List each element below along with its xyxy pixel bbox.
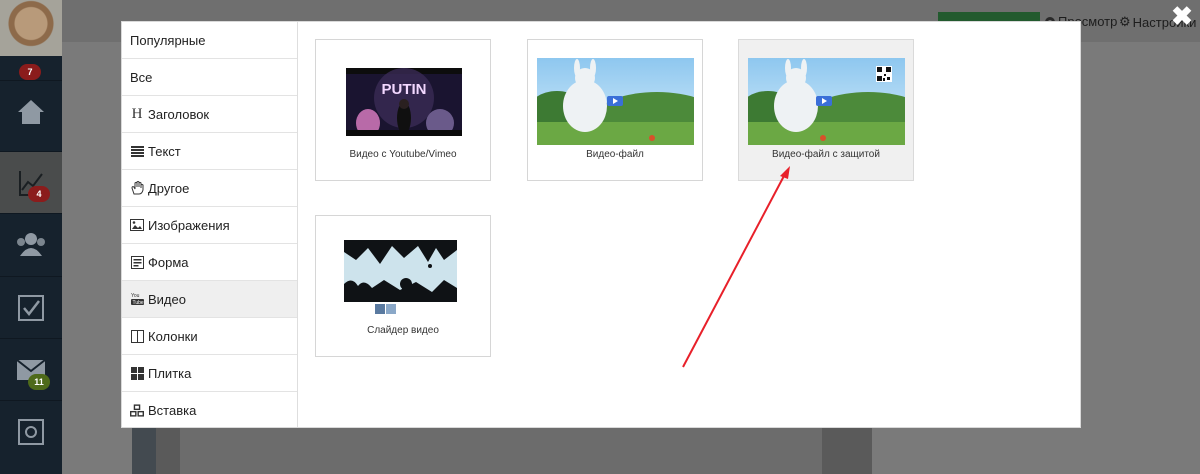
menu-item-label: Вставка <box>148 403 197 418</box>
analytics-badge: 4 <box>28 186 50 202</box>
protected-video-thumbnail <box>748 58 905 145</box>
menu-item-label: Другое <box>148 180 190 196</box>
menu-item-video[interactable]: You Tube Видео <box>122 281 297 318</box>
heading-icon: H <box>131 105 143 122</box>
checkbox-icon <box>18 294 44 321</box>
menu-item-other[interactable]: Другое <box>122 170 297 207</box>
menu-item-images[interactable]: Изображения <box>122 207 297 244</box>
menu-item-label: Плитка <box>148 365 192 381</box>
menu-item-label: Популярные <box>130 32 206 48</box>
avatar[interactable] <box>0 0 62 56</box>
analytics-nav[interactable] <box>0 151 62 213</box>
card-video-file[interactable]: Видео-файл <box>527 39 703 181</box>
menu-item-embed[interactable]: Вставка <box>122 392 297 429</box>
menu-item-label: Заголовок <box>148 106 210 122</box>
home-nav[interactable] <box>0 80 62 142</box>
home-icon <box>18 99 44 124</box>
form-icon <box>130 255 144 269</box>
image-icon <box>130 218 144 232</box>
insert-block-modal: Популярные Все H Заголовок Текст Другое … <box>121 21 1081 428</box>
app-sidebar: 7 4 11 <box>0 0 62 474</box>
youtube-icon: You Tube <box>130 292 144 306</box>
svg-text:You: You <box>131 293 140 299</box>
mail-nav[interactable] <box>0 338 62 400</box>
users-nav[interactable] <box>0 213 62 275</box>
menu-item-label: Видео <box>148 291 186 307</box>
video-block-grid: PUTIN Видео с Youtube/Vimeo Видео-файл В… <box>298 22 1080 427</box>
menu-item-tiles[interactable]: Плитка <box>122 355 297 392</box>
video-file-thumbnail <box>537 58 694 145</box>
profile-badge: 7 <box>19 64 41 80</box>
card-caption: Слайдер видео <box>367 325 439 336</box>
youtube-thumbnail: PUTIN <box>346 68 462 136</box>
safe-nav[interactable] <box>0 400 62 462</box>
menu-item-label: Все <box>130 69 153 85</box>
menu-item-popular[interactable]: Популярные <box>122 22 297 59</box>
cubes-icon <box>130 404 144 418</box>
safe-icon <box>18 418 44 445</box>
hand-icon <box>130 181 144 195</box>
app-canvas <box>132 428 872 474</box>
close-modal-button[interactable]: ✖ <box>1170 1 1194 31</box>
menu-item-label: Форма <box>148 254 189 270</box>
tiles-icon <box>130 366 144 380</box>
svg-text:Tube: Tube <box>132 300 143 306</box>
mail-badge: 11 <box>28 374 50 390</box>
card-caption: Видео-файл с защитой <box>772 149 880 160</box>
app-canvas-strip <box>132 428 156 474</box>
menu-item-all[interactable]: Все <box>122 59 297 96</box>
columns-icon <box>130 329 144 343</box>
menu-item-label: Колонки <box>148 328 198 344</box>
menu-item-form[interactable]: Форма <box>122 244 297 281</box>
close-icon: ✖ <box>1171 1 1193 31</box>
menu-item-heading[interactable]: H Заголовок <box>122 96 297 133</box>
card-caption: Видео с Youtube/Vimeo <box>349 149 457 160</box>
menu-item-label: Изображения <box>148 217 230 233</box>
tasks-nav[interactable] <box>0 276 62 338</box>
block-category-menu: Популярные Все H Заголовок Текст Другое … <box>122 22 298 427</box>
card-youtube-video[interactable]: PUTIN Видео с Youtube/Vimeo <box>315 39 491 181</box>
qr-code-icon <box>876 66 892 82</box>
users-icon <box>17 232 45 256</box>
video-slider-thumbnail <box>344 240 457 316</box>
thumbnail-title-text: PUTIN <box>382 81 427 98</box>
menu-item-columns[interactable]: Колонки <box>122 318 297 355</box>
gear-icon: ⚙ <box>1119 14 1131 29</box>
text-lines-icon <box>130 144 144 158</box>
card-video-slider[interactable]: Слайдер видео <box>315 215 491 357</box>
menu-item-text[interactable]: Текст <box>122 133 297 170</box>
menu-item-label: Текст <box>148 143 181 159</box>
card-caption: Видео-файл <box>586 149 644 160</box>
card-protected-video-file[interactable]: Видео-файл с защитой <box>738 39 914 181</box>
